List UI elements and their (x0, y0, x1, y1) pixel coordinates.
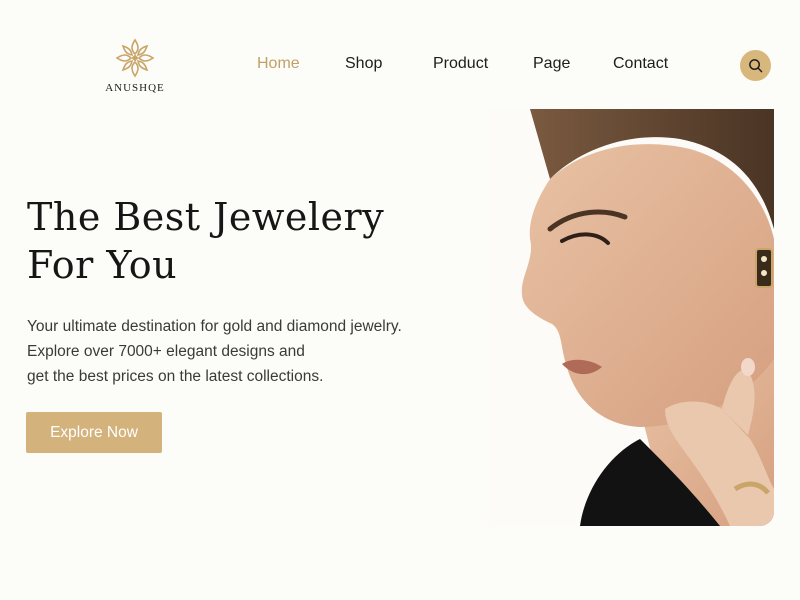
nav-item-page[interactable]: Page (533, 55, 570, 73)
nav-item-home[interactable]: Home (257, 55, 300, 73)
hero-description-line: Your ultimate destination for gold and d… (27, 318, 402, 335)
brand-logo[interactable]: ANUSHQE (100, 36, 170, 94)
hero-title-line: For You (27, 243, 178, 287)
nav-item-contact[interactable]: Contact (613, 55, 668, 73)
hero-description-line: get the best prices on the latest collec… (27, 368, 324, 385)
hero-description-line: Explore over 7000+ elegant designs and (27, 343, 305, 360)
hero-description: Your ultimate destination for gold and d… (27, 314, 402, 389)
portrait-illustration (490, 109, 774, 526)
nav-item-shop[interactable]: Shop (345, 55, 382, 73)
brand-name: ANUSHQE (105, 82, 165, 94)
explore-now-button[interactable]: Explore Now (26, 412, 162, 453)
nav-item-product[interactable]: Product (433, 55, 488, 73)
hero-portrait-image (490, 109, 774, 526)
search-icon (749, 59, 763, 73)
search-button[interactable] (740, 50, 771, 81)
hero-title-line: The Best Jewelery (27, 195, 385, 239)
landing-page: ANUSHQE Home Shop Product Page Contact T… (0, 0, 800, 600)
hero-title: The Best Jewelery For You (27, 193, 384, 289)
floral-ornament-icon (115, 38, 155, 78)
